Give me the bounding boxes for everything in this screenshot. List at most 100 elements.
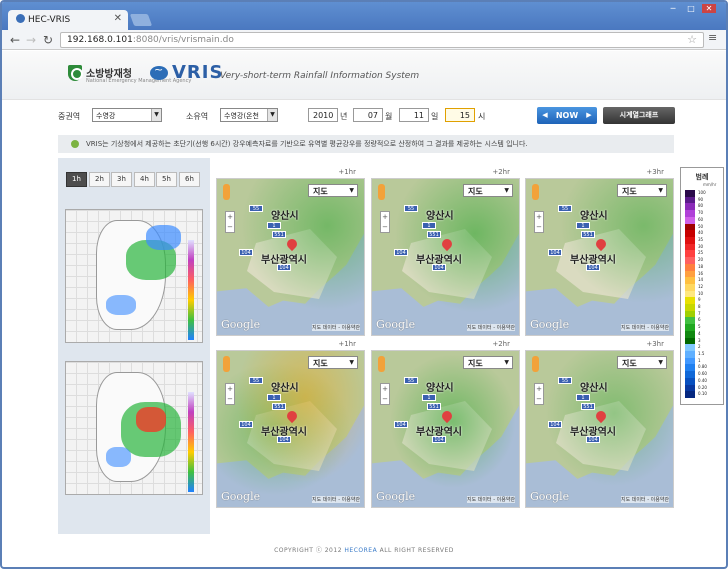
zoom-control[interactable]: + −: [534, 211, 544, 233]
day-field[interactable]: 11: [399, 108, 429, 122]
next-arrow-icon[interactable]: ▶: [583, 107, 595, 124]
map-type-dropdown[interactable]: 지도 ▼: [463, 356, 513, 369]
browser-tab[interactable]: HEC-VRIS ✕: [8, 10, 128, 30]
google-logo[interactable]: Google: [376, 318, 415, 331]
footer-suffix: ALL RIGHT RESERVED: [377, 547, 454, 554]
day-unit: 일: [431, 112, 439, 121]
legend-value: 1: [698, 357, 701, 363]
bookmark-star-icon[interactable]: ☆: [687, 33, 697, 46]
city-label-yangsan: 양산시: [580, 383, 608, 394]
zoom-control[interactable]: + −: [380, 383, 390, 405]
zoom-control[interactable]: + −: [225, 211, 235, 233]
legend-value: 50: [698, 223, 704, 229]
tab-1h[interactable]: 1h: [66, 172, 87, 187]
street-view-pegman-icon[interactable]: [378, 356, 385, 372]
close-window-button[interactable]: ✕: [702, 4, 716, 13]
route-marker: 551: [272, 231, 286, 238]
forecast-map-6[interactable]: + − 지도 ▼ 55 1 551 104 104 양산시 부산광역시 Google 지도 데이터 - …: [525, 350, 674, 508]
route-marker: 551: [581, 231, 595, 238]
google-logo[interactable]: Google: [221, 490, 260, 503]
prev-arrow-icon[interactable]: ◀: [539, 107, 551, 124]
route-marker: 1: [267, 394, 281, 401]
reload-icon[interactable]: ↻: [43, 33, 53, 47]
tab-6h[interactable]: 6h: [179, 172, 200, 187]
map-type-dropdown[interactable]: 지도 ▼: [308, 184, 358, 197]
city-label-yangsan: 양산시: [426, 211, 454, 222]
map-terms-link[interactable]: 지도 데이터 - 이용약관: [467, 496, 515, 503]
forecast-map-2[interactable]: + − 지도 ▼ 55 1 551 104 104 양산시 부산광역시 Google 지도 데이터 - …: [371, 178, 520, 336]
back-arrow-icon[interactable]: ←: [10, 33, 20, 47]
forecast-map-3[interactable]: + − 지도 ▼ 55 1 551 104 104 양산시 부산광역시 Google 지도 데이터 - …: [525, 178, 674, 336]
map-type-dropdown[interactable]: 지도 ▼: [617, 184, 667, 197]
address-bar[interactable]: 192.168.0.101:8080/vris/vrismain.do ☆: [60, 32, 704, 48]
notice-bar: VRIS는 기상청에서 제공하는 초단기(선행 6시간) 강우예측자료를 기반으…: [58, 135, 674, 153]
street-view-pegman-icon[interactable]: [378, 184, 385, 200]
forecast-map-4[interactable]: + − 지도 ▼ 55 1 551 104 104 양산시 부산광역시 Google 지도 데이터 - …: [216, 350, 365, 508]
city-label-busan: 부산광역시: [261, 255, 307, 266]
forward-arrow-icon[interactable]: →: [26, 33, 36, 47]
chevron-down-icon: ▼: [349, 187, 354, 194]
map-terms-link[interactable]: 지도 데이터 - 이용약관: [312, 324, 360, 331]
subbasin-value: 수영강(온천: [224, 112, 259, 120]
legend-value: 70: [698, 210, 704, 216]
city-label-yangsan: 양산시: [580, 211, 608, 222]
maximize-button[interactable]: □: [684, 4, 698, 13]
year-field[interactable]: 2010: [308, 108, 338, 122]
map-terms-link[interactable]: 지도 데이터 - 이용약관: [621, 496, 669, 503]
google-logo[interactable]: Google: [530, 318, 569, 331]
legend-swatch: [685, 391, 695, 399]
browser-toolbar: ← → ↻ 192.168.0.101:8080/vris/vrismain.d…: [2, 30, 726, 50]
minimize-button[interactable]: ─: [666, 4, 680, 13]
google-logo[interactable]: Google: [221, 318, 260, 331]
vris-logo-icon: [150, 63, 168, 80]
month-field[interactable]: 07: [353, 108, 383, 122]
map-type-dropdown[interactable]: 지도 ▼: [308, 356, 358, 369]
tab-3h[interactable]: 3h: [111, 172, 132, 187]
zoom-control[interactable]: + −: [534, 383, 544, 405]
forecast-map-5[interactable]: + − 지도 ▼ 55 1 551 104 104 양산시 부산광역시 Google 지도 데이터 - …: [371, 350, 520, 508]
timeseries-graph-button[interactable]: 시계열그래프: [603, 107, 675, 124]
new-tab-button[interactable]: [129, 14, 153, 26]
street-view-pegman-icon[interactable]: [223, 184, 230, 200]
subbasin-select[interactable]: 수영강(온천 ▼: [220, 108, 278, 122]
tab-5h[interactable]: 5h: [156, 172, 177, 187]
street-view-pegman-icon[interactable]: [532, 356, 539, 372]
legend-value: 12: [698, 283, 704, 289]
time-label-3: +3hr: [646, 168, 664, 176]
tab-4h[interactable]: 4h: [134, 172, 155, 187]
subbasin-label: 소유역: [186, 112, 209, 121]
tab-2h[interactable]: 2h: [89, 172, 110, 187]
map-type-dropdown[interactable]: 지도 ▼: [463, 184, 513, 197]
map-terms-link[interactable]: 지도 데이터 - 이용약관: [621, 324, 669, 331]
legend-value: 3: [698, 337, 701, 343]
city-label-busan: 부산광역시: [570, 255, 616, 266]
city-label-busan: 부산광역시: [261, 427, 307, 438]
map-type-dropdown[interactable]: 지도 ▼: [617, 356, 667, 369]
basin-select[interactable]: 수영강 ▼: [92, 108, 162, 122]
route-marker: 1: [422, 222, 436, 229]
zoom-control[interactable]: + −: [380, 211, 390, 233]
legend-value: 0.40: [698, 377, 707, 383]
google-logo[interactable]: Google: [530, 490, 569, 503]
time-label-5: +2hr: [492, 340, 510, 348]
graph-label: 시계열그래프: [619, 111, 659, 119]
city-label-yangsan: 양산시: [426, 383, 454, 394]
zoom-control[interactable]: + −: [225, 383, 235, 405]
street-view-pegman-icon[interactable]: [532, 184, 539, 200]
url-host: 192.168.0.101: [67, 35, 133, 45]
street-view-pegman-icon[interactable]: [223, 356, 230, 372]
legend-value: 90: [698, 196, 704, 202]
menu-icon[interactable]: ≡: [708, 31, 717, 44]
close-tab-icon[interactable]: ✕: [114, 13, 122, 24]
footer: COPYRIGHT ⓒ 2012 HECOREA ALL RIGHT RESER…: [2, 545, 726, 554]
hour-field[interactable]: 15: [445, 108, 475, 122]
legend-value: 18: [698, 263, 704, 269]
map-terms-link[interactable]: 지도 데이터 - 이용약관: [467, 324, 515, 331]
legend-value: 20: [698, 257, 704, 263]
forecast-map-1[interactable]: + − 지도 ▼ 55 1 551 104 104 양산시 부산광역시 Google 지도 데이터 - …: [216, 178, 365, 336]
now-button[interactable]: ◀ NOW ▶: [537, 107, 597, 124]
map-terms-link[interactable]: 지도 데이터 - 이용약관: [312, 496, 360, 503]
route-marker: 1: [576, 222, 590, 229]
control-bar: 중권역 수영강 ▼ 소유역 수영강(온천 ▼ 2010 년 07 월 11 일 15…: [2, 102, 726, 132]
google-logo[interactable]: Google: [376, 490, 415, 503]
